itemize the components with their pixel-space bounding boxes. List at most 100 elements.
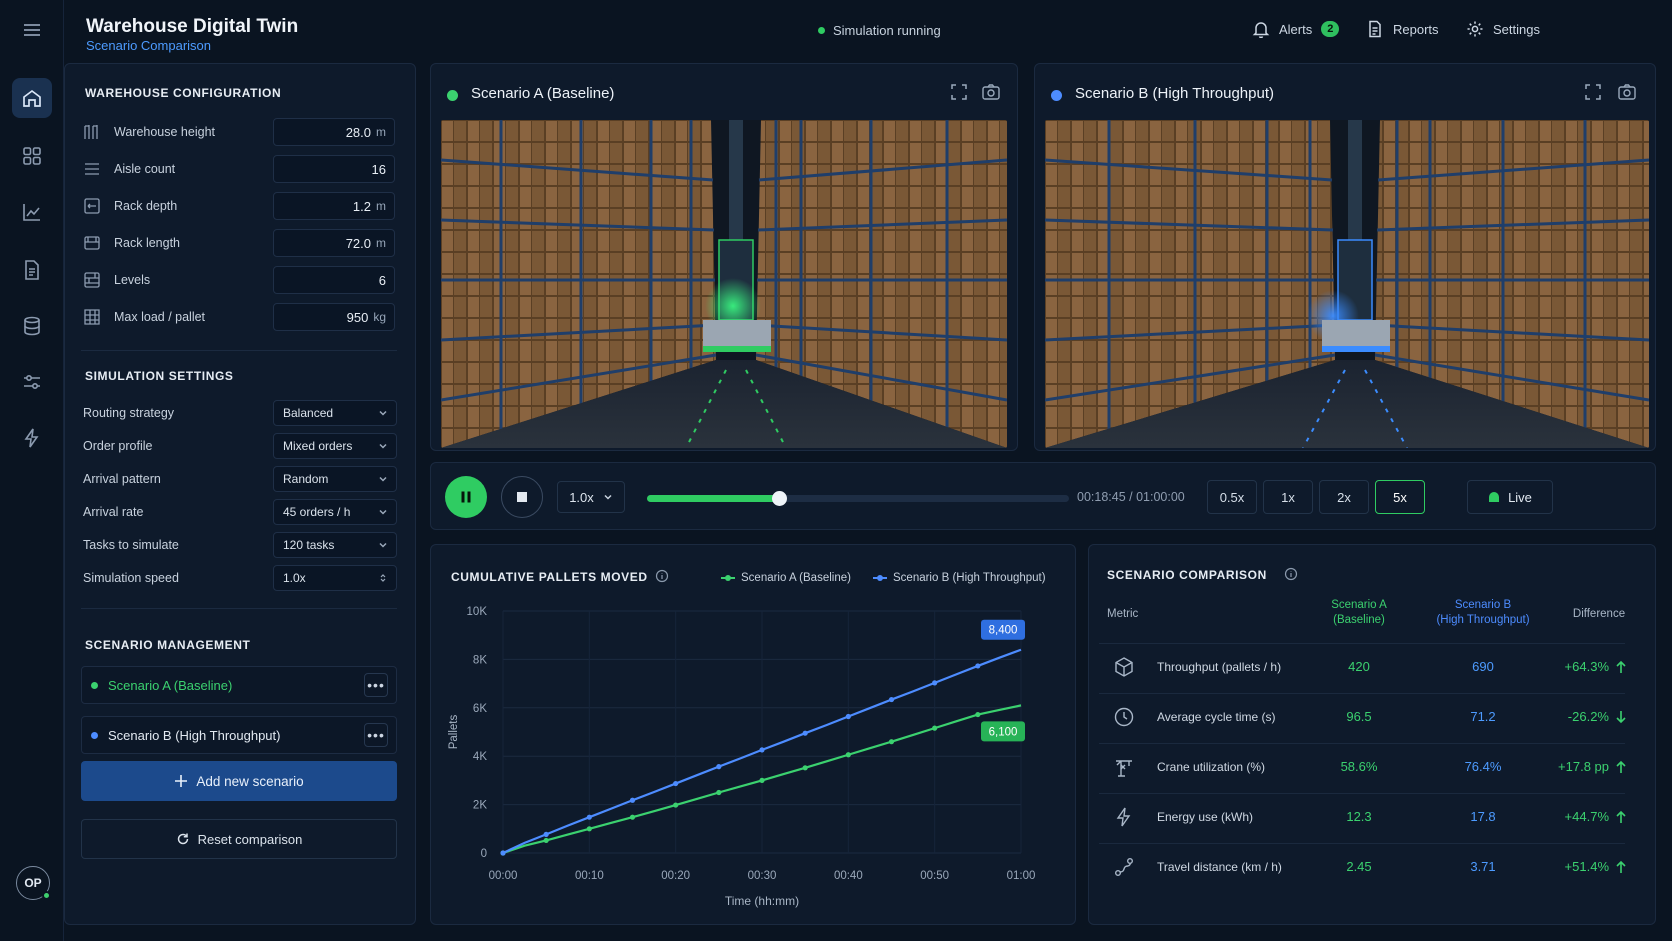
- reset-comparison-button[interactable]: Reset comparison: [81, 819, 397, 859]
- table-row[interactable]: Travel distance (km / h) 2.45 3.71 +51.4%: [1099, 843, 1626, 889]
- camera-icon[interactable]: [981, 82, 1001, 102]
- sim-settings-title: SIMULATION SETTINGS: [85, 369, 234, 383]
- scenario-item-a[interactable]: Scenario A (Baseline) •••: [81, 666, 397, 704]
- routing-strategy-select[interactable]: Balanced: [273, 400, 397, 426]
- x-tick-label: 00:40: [834, 870, 863, 882]
- app-subtitle[interactable]: Scenario Comparison: [86, 38, 211, 53]
- legend-swatch-a: [721, 575, 735, 581]
- data-point: [802, 765, 808, 771]
- scene-a-render[interactable]: [441, 120, 1007, 448]
- stop-button[interactable]: [501, 476, 543, 518]
- data-point: [975, 711, 981, 718]
- document-icon[interactable]: [12, 250, 52, 290]
- scenario-item-b[interactable]: Scenario B (High Throughput) •••: [81, 716, 397, 754]
- y-axis-label: Pallets: [448, 714, 460, 749]
- max-load-input[interactable]: 950 kg: [273, 303, 395, 331]
- chevron-down-icon: [604, 494, 612, 500]
- x-tick-label: 00:30: [748, 870, 777, 882]
- sim-row: Simulation speed 1.0x: [83, 565, 397, 591]
- reports-button[interactable]: Reports: [1366, 20, 1439, 38]
- chevron-down-icon: [379, 476, 387, 482]
- height-icon: [84, 125, 98, 139]
- data-point: [759, 747, 765, 753]
- scenario-a-more-button[interactable]: •••: [364, 673, 388, 697]
- speed-5x-button[interactable]: 5x: [1375, 480, 1425, 514]
- list-icon: [85, 163, 99, 175]
- table-row[interactable]: Energy use (kWh) 12.3 17.8 +44.7%: [1099, 793, 1626, 839]
- simulation-status: Simulation running: [818, 23, 941, 38]
- rack-depth-input[interactable]: 1.2 m: [273, 192, 395, 220]
- scenario-a-name: Scenario A (Baseline): [108, 677, 233, 693]
- col-scenario-a: Scenario A (Baseline): [1331, 599, 1387, 626]
- table-row[interactable]: Throughput (pallets / h) 420 690 +64.3%: [1099, 643, 1626, 689]
- viewport-scenario-a: Scenario A (Baseline): [430, 63, 1018, 451]
- data-point: [888, 696, 895, 703]
- lightning-icon[interactable]: [12, 418, 52, 458]
- levels-icon: [84, 272, 100, 288]
- speed-1x-button[interactable]: 1x: [1263, 480, 1313, 514]
- aisle-count-input[interactable]: 16: [273, 155, 395, 183]
- tasks-select[interactable]: 120 tasks: [273, 532, 397, 558]
- home-icon[interactable]: [12, 78, 52, 118]
- chevron-down-icon: [379, 542, 387, 548]
- stop-icon: [517, 492, 527, 502]
- alerts-button[interactable]: Alerts 2: [1252, 20, 1340, 38]
- arrival-rate-select[interactable]: 45 orders / h: [273, 499, 397, 525]
- order-profile-select[interactable]: Mixed orders: [273, 433, 397, 459]
- sim-row: Routing strategy Balanced: [83, 400, 397, 426]
- live-button[interactable]: Live: [1467, 480, 1553, 514]
- config-row-depth: Rack depth 1.2 m: [83, 192, 395, 220]
- grid-icon[interactable]: [12, 136, 52, 176]
- speed-0-5x-button[interactable]: 0.5x: [1207, 480, 1257, 514]
- rack-length-input[interactable]: 72.0 m: [273, 229, 395, 257]
- data-point: [673, 780, 679, 787]
- scenario-a-indicator: [447, 90, 458, 101]
- clock-icon: [1114, 707, 1134, 727]
- x-tick-label: 00:10: [575, 870, 604, 882]
- scenario-b-name: Scenario B (High Throughput): [108, 727, 281, 743]
- warehouse-height-input[interactable]: 28.0 m: [273, 118, 395, 146]
- timeline-slider[interactable]: [647, 491, 1069, 506]
- speed-2x-button[interactable]: 2x: [1319, 480, 1369, 514]
- scenario-b-more-button[interactable]: •••: [364, 723, 388, 747]
- fullscreen-icon[interactable]: [949, 82, 969, 102]
- col-difference: Difference: [1572, 608, 1626, 620]
- table-row[interactable]: Crane utilization (%) 58.6% 76.4% +17.8 pp: [1099, 743, 1626, 789]
- alerts-badge: 2: [1321, 21, 1340, 37]
- sim-row: Tasks to simulate 120 tasks: [83, 532, 397, 558]
- reset-icon: [177, 833, 188, 845]
- camera-icon[interactable]: [1617, 82, 1637, 102]
- data-point: [543, 831, 549, 837]
- viewport-b-title: Scenario B (High Throughput): [1075, 85, 1274, 102]
- scene-b-render[interactable]: [1045, 120, 1649, 448]
- config-panel: WAREHOUSE CONFIGURATION Warehouse height…: [64, 63, 416, 925]
- database-icon[interactable]: [12, 306, 52, 346]
- data-point: [802, 730, 808, 736]
- analytics-icon[interactable]: [12, 192, 52, 232]
- arrival-pattern-select[interactable]: Random: [273, 466, 397, 492]
- sliders-icon[interactable]: [12, 362, 52, 402]
- add-scenario-button[interactable]: Add new scenario: [81, 761, 397, 801]
- timeline-thumb[interactable]: [771, 491, 787, 506]
- data-point: [500, 850, 506, 856]
- data-point: [629, 814, 636, 820]
- levels-input[interactable]: 6: [273, 266, 395, 294]
- fullscreen-icon[interactable]: [1583, 82, 1603, 102]
- table-row[interactable]: Average cycle time (s) 96.5 71.2 -26.2%: [1099, 693, 1626, 739]
- data-point: [975, 663, 981, 669]
- pause-button[interactable]: [445, 476, 487, 518]
- pause-icon: [461, 491, 471, 503]
- sim-speed-stepper[interactable]: 1.0x: [273, 565, 397, 591]
- settings-button[interactable]: Settings: [1466, 20, 1540, 38]
- playback-speed-select[interactable]: 1.0x: [557, 481, 625, 513]
- scenario-b-dot: [91, 731, 98, 739]
- avatar[interactable]: OP: [16, 866, 51, 900]
- scenario-b-indicator: [1051, 90, 1062, 101]
- x-tick-label: 00:00: [489, 870, 518, 882]
- config-title: WAREHOUSE CONFIGURATION: [85, 86, 282, 100]
- legend-item-a: Scenario A (Baseline): [721, 572, 851, 584]
- info-icon[interactable]: [655, 569, 669, 583]
- info-icon[interactable]: [1284, 567, 1298, 581]
- status-text: Simulation running: [833, 23, 941, 38]
- menu-icon[interactable]: [12, 10, 52, 50]
